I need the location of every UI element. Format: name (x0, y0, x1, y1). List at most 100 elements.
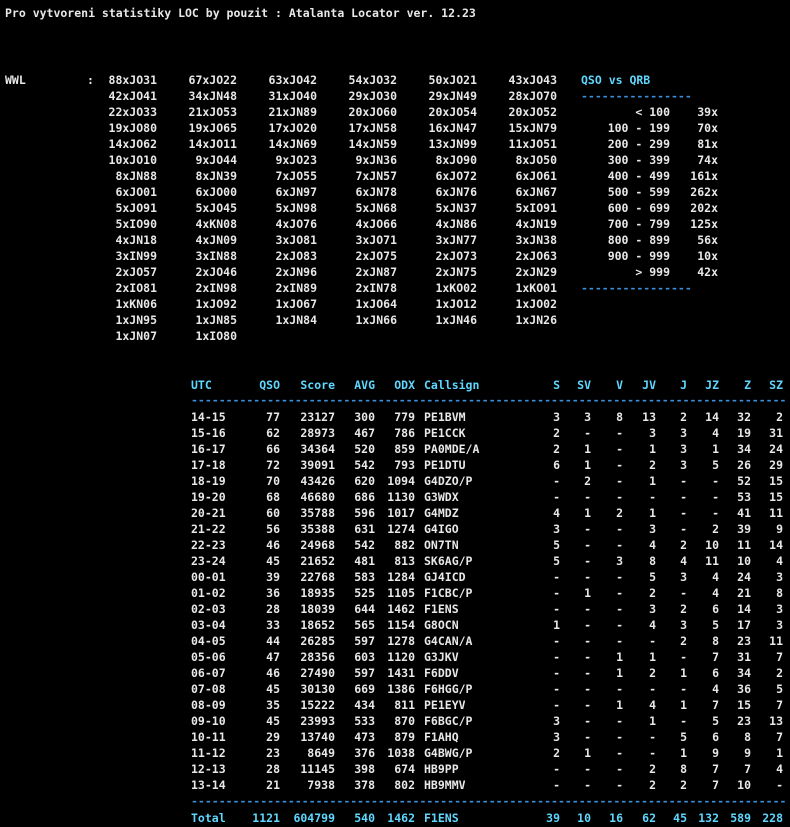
column-header: Z (744, 378, 751, 392)
table-cell: 46680 (300, 490, 335, 504)
table-cell: 10 (737, 554, 751, 568)
table-cell: 1 (649, 474, 656, 488)
page-title: Pro vytvoreni statistiky LOC by pouzit :… (5, 6, 476, 20)
qrb-range: 500 - 599 (607, 185, 670, 199)
table-cell: 6 (553, 458, 560, 472)
table-cell: 2 (649, 762, 656, 776)
wwl-cell: 2xJN75 (435, 265, 477, 279)
table-cell: 26285 (300, 634, 335, 648)
qrb-range: 100 - 199 (607, 121, 670, 135)
table-cell: 14-15 (191, 410, 226, 424)
table-cell: 53 (737, 490, 751, 504)
wwl-cell: 3xJO81 (275, 233, 317, 247)
hourly-separator-top: ----------------------------------------… (191, 393, 786, 407)
totals-cell: 589 (730, 811, 751, 825)
wwl-cell: 29xJN49 (428, 89, 477, 103)
table-cell: 4 (649, 618, 656, 632)
table-cell: F1ENS (424, 602, 459, 616)
wwl-cell: 42xJO41 (108, 89, 157, 103)
wwl-cell: 22xJO33 (108, 105, 157, 119)
table-cell: - (584, 650, 591, 664)
table-cell: G3JKV (424, 650, 459, 664)
table-cell: 23 (266, 746, 280, 760)
table-cell: 1431 (387, 666, 415, 680)
table-cell: G4MDZ (424, 506, 459, 520)
table-cell: 39 (266, 570, 280, 584)
table-cell: 52 (737, 474, 751, 488)
table-cell: 1130 (387, 490, 415, 504)
table-cell: 6 (712, 602, 719, 616)
table-cell: PE1CCK (424, 426, 466, 440)
wwl-cell: 43xJO43 (508, 73, 557, 87)
table-cell: 18652 (300, 618, 335, 632)
table-cell: 7 (712, 650, 719, 664)
column-header: JZ (705, 378, 719, 392)
wwl-cell: 2xJN29 (515, 265, 557, 279)
table-cell: 14 (769, 538, 783, 552)
totals-cell: 10 (577, 811, 591, 825)
table-cell: 34 (737, 666, 751, 680)
table-cell: - (649, 634, 656, 648)
qrb-range: 300 - 399 (607, 153, 670, 167)
table-cell: 3 (649, 522, 656, 536)
table-cell: 1 (680, 666, 687, 680)
wwl-colon: : (87, 73, 94, 87)
table-cell: 31 (769, 426, 783, 440)
wwl-cell: 6xJN67 (515, 185, 557, 199)
table-cell: 32 (737, 410, 751, 424)
table-cell: 631 (354, 522, 375, 536)
table-cell: - (584, 522, 591, 536)
table-cell: 882 (394, 538, 415, 552)
table-cell: 8 (616, 410, 623, 424)
table-cell: - (712, 474, 719, 488)
table-cell: PE1EYV (424, 698, 466, 712)
table-cell: 6 (712, 666, 719, 680)
table-cell: - (584, 602, 591, 616)
table-cell: - (584, 618, 591, 632)
table-cell: 542 (354, 538, 375, 552)
table-cell: 5 (680, 730, 687, 744)
table-cell: 9 (744, 746, 751, 760)
table-cell: 7 (712, 698, 719, 712)
wwl-cell: 13xJN99 (428, 137, 477, 151)
qrb-range: 900 - 999 (607, 249, 670, 263)
table-cell: 23127 (300, 410, 335, 424)
wwl-cell: 17xJN58 (348, 121, 397, 135)
column-header: Score (300, 378, 335, 392)
table-cell: 4 (649, 698, 656, 712)
table-cell: 43426 (300, 474, 335, 488)
wwl-cell: 1xJN95 (115, 313, 157, 327)
table-cell: 1278 (387, 634, 415, 648)
table-cell: F6HGG/P (424, 682, 473, 696)
qrb-count: 56x (697, 233, 718, 247)
table-cell: 5 (553, 538, 560, 552)
table-cell: 525 (354, 586, 375, 600)
table-cell: - (616, 682, 623, 696)
table-cell: 1094 (387, 474, 415, 488)
wwl-cell: 1xIO80 (195, 329, 237, 343)
table-cell: F1AHQ (424, 730, 459, 744)
table-cell: - (553, 762, 560, 776)
table-cell: - (553, 602, 560, 616)
table-cell: 1 (616, 698, 623, 712)
table-cell: 18935 (300, 586, 335, 600)
table-cell: 779 (394, 410, 415, 424)
table-cell: - (616, 602, 623, 616)
table-cell: 1 (584, 506, 591, 520)
wwl-cell: 2xJO46 (195, 265, 237, 279)
table-cell: 13740 (300, 730, 335, 744)
table-cell: - (584, 426, 591, 440)
qrb-range: 700 - 799 (607, 217, 670, 231)
column-header: QSO (259, 378, 280, 392)
qrb-count: 39x (697, 105, 718, 119)
table-cell: 28 (266, 602, 280, 616)
table-cell: - (712, 506, 719, 520)
table-cell: 813 (394, 554, 415, 568)
table-cell: HB9MMV (424, 778, 466, 792)
table-cell: 1 (584, 458, 591, 472)
table-cell: 2 (553, 746, 560, 760)
table-cell: - (680, 522, 687, 536)
table-cell: - (616, 458, 623, 472)
table-cell: 34364 (300, 442, 335, 456)
table-cell: 4 (553, 506, 560, 520)
